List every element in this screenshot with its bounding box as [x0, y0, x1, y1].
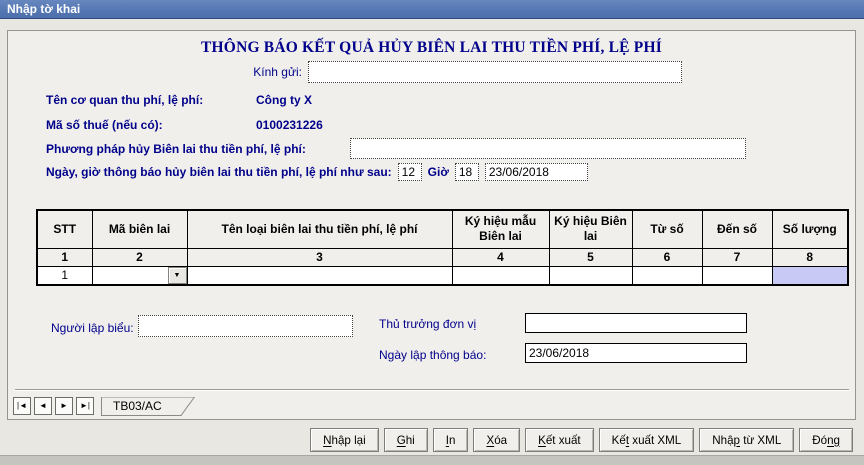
- col-header-den-so: Đến số: [701, 209, 773, 249]
- nhap-lai-button[interactable]: Nhập lại: [310, 428, 379, 452]
- cell-ma-bien-lai[interactable]: ▼: [91, 265, 188, 286]
- cell-tu-so[interactable]: [631, 265, 703, 286]
- last-record-button[interactable]: ►|: [76, 397, 94, 415]
- minute-input[interactable]: [454, 163, 479, 181]
- ngay-lap-label: Ngày lập thông báo:: [379, 348, 487, 362]
- col-header-tu-so: Từ số: [631, 209, 703, 249]
- cell-ky-hieu[interactable]: [548, 265, 633, 286]
- previous-record-button[interactable]: ◄: [34, 397, 52, 415]
- thu-truong-label: Thủ trưởng đơn vị: [379, 317, 477, 331]
- xoa-button[interactable]: Xóa: [473, 428, 521, 452]
- cell-den-so[interactable]: [701, 265, 773, 286]
- col-number: 2: [91, 247, 188, 267]
- hour-input[interactable]: [397, 163, 422, 181]
- ma-so-thue-label: Mã số thuế (nếu có):: [46, 118, 163, 132]
- col-header-so-luong: Số lượng: [771, 209, 849, 249]
- col-number: 7: [701, 247, 773, 267]
- ngay-gio-label: Ngày, giờ thông báo hủy biên lai thu tiề…: [46, 165, 392, 179]
- nguoi-lap-bieu-input[interactable]: [138, 315, 353, 337]
- notice-date-input[interactable]: [484, 163, 588, 181]
- bottom-edge-strip: [0, 455, 864, 465]
- phuong-phap-input[interactable]: [350, 138, 746, 159]
- dong-button[interactable]: Đóng: [799, 428, 853, 452]
- ten-co-quan-label: Tên cơ quan thu phí, lệ phí:: [46, 93, 204, 107]
- col-number: 4: [451, 247, 550, 267]
- tabstrip-divider: [15, 389, 849, 391]
- dropdown-arrow-icon[interactable]: ▼: [167, 267, 186, 284]
- col-header-stt: STT: [36, 209, 93, 249]
- col-header-ma-bien-lai: Mã biên lai: [91, 209, 188, 249]
- table-header-row: STT Mã biên lai Tên loại biên lai thu ti…: [36, 209, 849, 249]
- col-header-ky-hieu-mau: Ký hiệu mẫu Biên lai: [451, 209, 550, 249]
- kinh-gui-label: Kính gửi:: [253, 65, 302, 79]
- cell-so-luong[interactable]: [771, 265, 849, 286]
- next-record-button[interactable]: ►: [55, 397, 73, 415]
- window-title: Nhập tờ khai: [7, 2, 81, 16]
- ket-xuat-xml-button[interactable]: Kết xuất XML: [598, 428, 695, 452]
- ket-xuat-button[interactable]: Kết xuất: [525, 428, 594, 452]
- cell-ten-loai[interactable]: [186, 265, 453, 286]
- col-header-ky-hieu: Ký hiệu Biên lai: [548, 209, 633, 249]
- tab-strip: |◄ ◄ ► ►| TB03/AC: [13, 397, 195, 417]
- ghi-button[interactable]: Ghi: [383, 428, 428, 452]
- cell-stt[interactable]: 1: [36, 265, 93, 286]
- nguoi-lap-bieu-label: Người lập biểu:: [51, 321, 134, 335]
- dialog-window: Nhập tờ khai THÔNG BÁO KẾT QUẢ HỦY BIÊN …: [0, 0, 864, 465]
- kinh-gui-input[interactable]: [308, 61, 682, 83]
- receipt-table: STT Mã biên lai Tên loại biên lai thu ti…: [36, 209, 849, 286]
- form-title: THÔNG BÁO KẾT QUẢ HỦY BIÊN LAI THU TIỀN …: [201, 39, 662, 56]
- table-row: 1 ▼: [36, 265, 849, 286]
- phuong-phap-label: Phương pháp hủy Biên lai thu tiền phí, l…: [46, 142, 306, 156]
- window-titlebar[interactable]: Nhập tờ khai: [0, 0, 864, 19]
- tab-label: TB03/AC: [113, 399, 162, 413]
- col-number: 3: [186, 247, 453, 267]
- cell-ky-hieu-mau[interactable]: [451, 265, 550, 286]
- kinh-gui-row: Kính gửi:: [8, 61, 855, 83]
- column-number-row: 1 2 3 4 5 6 7 8: [36, 247, 849, 267]
- thu-truong-input[interactable]: [525, 313, 747, 333]
- ngay-gio-row: Ngày, giờ thông báo hủy biên lai thu tiề…: [46, 163, 588, 181]
- ma-so-thue-value: 0100231226: [256, 118, 323, 132]
- action-button-bar: Nhập lại Ghi In Xóa Kết xuất Kết xuất XM…: [310, 428, 853, 452]
- col-number: 5: [548, 247, 633, 267]
- col-header-ten-loai: Tên loại biên lai thu tiền phí, lệ phí: [186, 209, 453, 249]
- in-button[interactable]: In: [432, 428, 469, 452]
- gio-label: Giờ: [427, 165, 449, 179]
- tab-tb03ac[interactable]: TB03/AC: [101, 397, 195, 416]
- col-number: 6: [631, 247, 703, 267]
- col-number: 1: [36, 247, 93, 267]
- ngay-lap-input[interactable]: [525, 343, 747, 363]
- first-record-button[interactable]: |◄: [13, 397, 31, 415]
- col-number: 8: [771, 247, 849, 267]
- nhap-tu-xml-button[interactable]: Nhập từ XML: [699, 428, 795, 452]
- form-panel: THÔNG BÁO KẾT QUẢ HỦY BIÊN LAI THU TIỀN …: [7, 30, 856, 420]
- ten-co-quan-value: Công ty X: [256, 93, 312, 107]
